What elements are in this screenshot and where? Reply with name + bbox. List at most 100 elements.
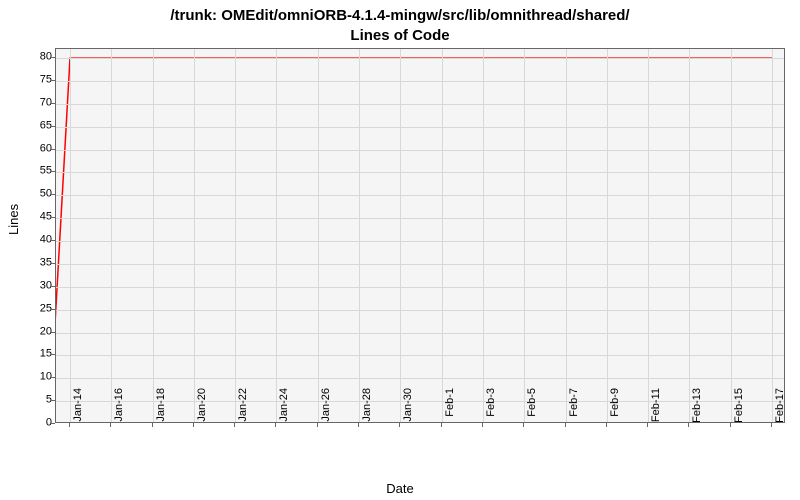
grid-line-h <box>56 264 784 265</box>
x-tick-mark <box>193 423 194 427</box>
x-tick-mark <box>771 423 772 427</box>
grid-line-h <box>56 150 784 151</box>
y-tick-mark <box>51 286 55 287</box>
x-tick-label: 15-Feb <box>734 388 745 428</box>
y-tick-mark <box>51 332 55 333</box>
y-tick-mark <box>51 354 55 355</box>
x-tick-label: 26-Jan <box>321 388 332 428</box>
x-tick-label: 14-Jan <box>73 388 84 428</box>
grid-line-v <box>566 49 567 422</box>
grid-line-h <box>56 58 784 59</box>
grid-line-v <box>442 49 443 422</box>
y-tick-label: 45 <box>22 212 52 223</box>
grid-line-v <box>483 49 484 422</box>
grid-line-v <box>359 49 360 422</box>
x-tick-mark <box>606 423 607 427</box>
y-tick-label: 5 <box>22 395 52 406</box>
x-tick-mark <box>110 423 111 427</box>
y-tick-label: 70 <box>22 97 52 108</box>
x-tick-mark <box>152 423 153 427</box>
y-tick-mark <box>51 263 55 264</box>
x-tick-label: 24-Jan <box>279 388 290 428</box>
x-tick-mark <box>730 423 731 427</box>
x-axis-label: Date <box>0 481 800 496</box>
grid-line-v <box>731 49 732 422</box>
plot-area <box>55 48 785 423</box>
grid-line-h <box>56 104 784 105</box>
x-tick-label: 9-Feb <box>610 388 621 428</box>
x-tick-label: 30-Jan <box>403 388 414 428</box>
x-tick-label: 3-Feb <box>486 388 497 428</box>
y-tick-mark <box>51 103 55 104</box>
grid-line-v <box>194 49 195 422</box>
x-tick-mark <box>234 423 235 427</box>
x-tick-mark <box>275 423 276 427</box>
y-tick-mark <box>51 309 55 310</box>
grid-line-h <box>56 287 784 288</box>
x-tick-label: 22-Jan <box>238 388 249 428</box>
y-tick-mark <box>51 423 55 424</box>
chart-container: /trunk: OMEdit/omniORB-4.1.4-mingw/src/l… <box>0 0 800 500</box>
x-tick-label: 1-Feb <box>445 388 456 428</box>
title-line1: /trunk: OMEdit/omniORB-4.1.4-mingw/src/l… <box>170 7 629 24</box>
grid-line-h <box>56 310 784 311</box>
grid-line-v <box>153 49 154 422</box>
y-tick-mark <box>51 194 55 195</box>
y-tick-label: 0 <box>22 418 52 429</box>
grid-line-h <box>56 378 784 379</box>
y-tick-label: 50 <box>22 189 52 200</box>
data-line <box>56 49 786 424</box>
y-tick-label: 75 <box>22 75 52 86</box>
grid-line-h <box>56 355 784 356</box>
grid-line-v <box>111 49 112 422</box>
y-tick-label: 35 <box>22 257 52 268</box>
x-tick-label: 7-Feb <box>569 388 580 428</box>
x-tick-label: 13-Feb <box>692 388 703 428</box>
y-tick-label: 80 <box>22 52 52 63</box>
x-tick-label: 17-Feb <box>775 388 786 428</box>
y-tick-mark <box>51 171 55 172</box>
grid-line-h <box>56 172 784 173</box>
y-tick-mark <box>51 126 55 127</box>
chart-title: /trunk: OMEdit/omniORB-4.1.4-mingw/src/l… <box>0 0 800 45</box>
x-tick-mark <box>317 423 318 427</box>
grid-line-h <box>56 333 784 334</box>
y-tick-mark <box>51 400 55 401</box>
grid-line-v <box>318 49 319 422</box>
x-tick-label: 20-Jan <box>197 388 208 428</box>
grid-line-v <box>70 49 71 422</box>
x-tick-mark <box>688 423 689 427</box>
y-tick-label: 30 <box>22 280 52 291</box>
grid-line-h <box>56 127 784 128</box>
x-tick-label: 18-Jan <box>156 388 167 428</box>
x-tick-mark <box>441 423 442 427</box>
x-tick-label: 11-Feb <box>651 388 662 428</box>
grid-line-h <box>56 218 784 219</box>
y-tick-mark <box>51 80 55 81</box>
x-tick-mark <box>565 423 566 427</box>
x-tick-mark <box>523 423 524 427</box>
grid-line-h <box>56 81 784 82</box>
y-tick-label: 40 <box>22 235 52 246</box>
y-tick-label: 15 <box>22 349 52 360</box>
x-tick-mark <box>69 423 70 427</box>
grid-line-v <box>689 49 690 422</box>
grid-line-h <box>56 195 784 196</box>
x-tick-label: 28-Jan <box>362 388 373 428</box>
y-tick-label: 10 <box>22 372 52 383</box>
grid-line-v <box>524 49 525 422</box>
x-tick-mark <box>358 423 359 427</box>
x-tick-mark <box>482 423 483 427</box>
grid-line-v <box>400 49 401 422</box>
y-tick-label: 20 <box>22 326 52 337</box>
x-tick-label: 16-Jan <box>114 388 125 428</box>
grid-line-h <box>56 241 784 242</box>
title-line2: Lines of Code <box>350 27 449 44</box>
y-tick-label: 55 <box>22 166 52 177</box>
grid-line-v <box>235 49 236 422</box>
y-tick-mark <box>51 377 55 378</box>
y-tick-mark <box>51 217 55 218</box>
y-tick-label: 65 <box>22 120 52 131</box>
y-axis-label: Lines <box>6 204 21 235</box>
y-tick-mark <box>51 149 55 150</box>
